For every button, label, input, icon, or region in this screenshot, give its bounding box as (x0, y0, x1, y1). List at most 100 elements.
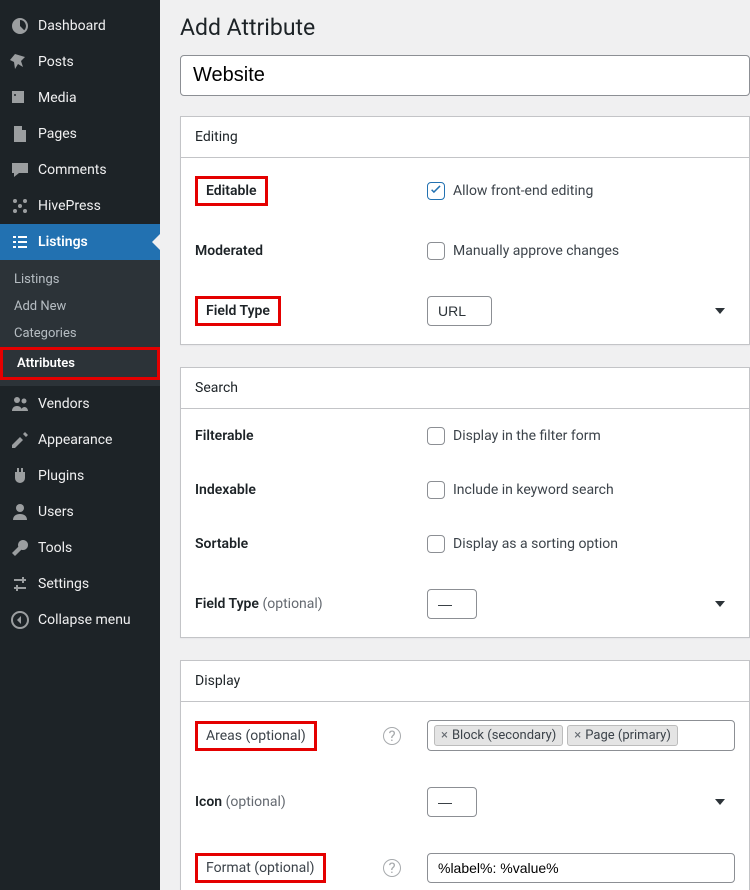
sidebar-sub-listings[interactable]: Listings (0, 266, 160, 293)
sidebar-item-collapse[interactable]: Collapse menu (0, 602, 160, 638)
sidebar-item-users[interactable]: Users (0, 494, 160, 530)
area-tag[interactable]: Page (primary) (567, 725, 678, 746)
sidebar-item-pages[interactable]: Pages (0, 116, 160, 152)
checkbox-moderated[interactable] (427, 242, 445, 260)
display-panel: Display Areas (optional) ? Block (second… (180, 660, 750, 890)
admin-sidebar: Dashboard Posts Media Pages Comments Hiv… (0, 0, 160, 890)
panel-header-editing: Editing (181, 117, 749, 158)
format-input[interactable] (427, 853, 735, 883)
row-indexable: Indexable Include in keyword search (181, 463, 749, 517)
sidebar-sub-categories[interactable]: Categories (0, 320, 160, 347)
label-moderated: Moderated (195, 243, 427, 259)
checkbox-sortable[interactable] (427, 535, 445, 553)
sidebar-item-label: Comments (38, 162, 107, 178)
label-areas: Areas (206, 728, 242, 744)
label-editable: Editable (195, 176, 268, 206)
select-editing-fieldtype[interactable]: URL (427, 296, 492, 326)
collapse-icon (10, 610, 30, 630)
label-search-fieldtype: Field Type (195, 596, 259, 612)
label-search-fieldtype-opt: (optional) (262, 596, 322, 612)
sidebar-item-settings[interactable]: Settings (0, 566, 160, 602)
row-areas: Areas (optional) ? Block (secondary) Pag… (181, 702, 749, 769)
label-icon-opt: (optional) (226, 794, 286, 810)
checkbox-filterable[interactable] (427, 427, 445, 445)
checkbox-moderated-label: Manually approve changes (453, 243, 619, 259)
hivepress-icon (10, 196, 30, 216)
sidebar-item-hivepress[interactable]: HivePress (0, 188, 160, 224)
row-format: Format (optional) ? (181, 835, 749, 890)
row-moderated: Moderated Manually approve changes (181, 224, 749, 278)
editing-panel: Editing Editable Allow front-end editing… (180, 116, 750, 345)
dashboard-icon (10, 16, 30, 36)
tools-icon (10, 538, 30, 558)
row-icon: Icon (optional) — (181, 769, 749, 835)
label-areas-opt: (optional) (246, 728, 306, 744)
appearance-icon (10, 430, 30, 450)
sidebar-item-posts[interactable]: Posts (0, 44, 160, 80)
sidebar-item-label: Media (38, 90, 77, 106)
checkbox-filterable-label: Display in the filter form (453, 428, 601, 444)
sidebar-item-label: Collapse menu (38, 612, 131, 628)
label-format-opt: (optional) (254, 860, 314, 876)
sidebar-item-label: HivePress (38, 198, 101, 214)
row-search-fieldtype: Field Type (optional) — (181, 571, 749, 637)
pages-icon (10, 124, 30, 144)
users-icon (10, 502, 30, 522)
label-format: Format (206, 860, 251, 876)
attribute-name-input[interactable] (180, 55, 750, 96)
checkbox-editable[interactable] (427, 182, 445, 200)
main-content: Add Attribute Editing Editable Allow fro… (160, 0, 750, 890)
sidebar-item-dashboard[interactable]: Dashboard (0, 8, 160, 44)
sidebar-item-label: Users (38, 504, 74, 520)
areas-tag-input[interactable]: Block (secondary) Page (primary) (427, 720, 735, 751)
sidebar-item-label: Tools (38, 540, 72, 556)
panel-header-search: Search (181, 368, 749, 409)
help-icon-areas[interactable]: ? (383, 727, 401, 745)
checkbox-sortable-label: Display as a sorting option (453, 536, 618, 552)
comments-icon (10, 160, 30, 180)
select-icon[interactable]: — (427, 787, 477, 817)
sidebar-item-label: Plugins (38, 468, 84, 484)
sidebar-item-label: Appearance (38, 432, 112, 448)
sidebar-item-label: Settings (38, 576, 89, 592)
sidebar-item-label: Listings (38, 234, 88, 250)
sidebar-sub-addnew[interactable]: Add New (0, 293, 160, 320)
checkbox-indexable-label: Include in keyword search (453, 482, 614, 498)
checkbox-indexable[interactable] (427, 481, 445, 499)
row-sortable: Sortable Display as a sorting option (181, 517, 749, 571)
search-panel: Search Filterable Display in the filter … (180, 367, 750, 638)
page-title: Add Attribute (180, 14, 750, 41)
label-indexable: Indexable (195, 482, 427, 498)
settings-icon (10, 574, 30, 594)
vendors-icon (10, 394, 30, 414)
sidebar-item-label: Posts (38, 54, 74, 70)
sidebar-item-appearance[interactable]: Appearance (0, 422, 160, 458)
label-icon: Icon (195, 794, 222, 810)
panel-header-display: Display (181, 661, 749, 702)
sidebar-item-label: Pages (38, 126, 77, 142)
listings-submenu: Listings Add New Categories Attributes (0, 260, 160, 386)
sidebar-item-plugins[interactable]: Plugins (0, 458, 160, 494)
area-tag[interactable]: Block (secondary) (434, 725, 563, 746)
row-editing-fieldtype: Field Type URL (181, 278, 749, 344)
help-icon-format[interactable]: ? (383, 859, 401, 877)
plugins-icon (10, 466, 30, 486)
sidebar-item-tools[interactable]: Tools (0, 530, 160, 566)
checkbox-editable-label: Allow front-end editing (453, 183, 593, 199)
sidebar-item-media[interactable]: Media (0, 80, 160, 116)
sidebar-item-vendors[interactable]: Vendors (0, 386, 160, 422)
select-search-fieldtype[interactable]: — (427, 589, 477, 619)
sidebar-item-comments[interactable]: Comments (0, 152, 160, 188)
row-filterable: Filterable Display in the filter form (181, 409, 749, 463)
row-editable: Editable Allow front-end editing (181, 158, 749, 224)
label-sortable: Sortable (195, 536, 427, 552)
sidebar-sub-attributes[interactable]: Attributes (3, 350, 157, 377)
sidebar-item-label: Vendors (38, 396, 90, 412)
label-filterable: Filterable (195, 428, 427, 444)
sidebar-item-listings[interactable]: Listings (0, 224, 160, 260)
listings-icon (10, 232, 30, 252)
media-icon (10, 88, 30, 108)
pin-icon (10, 52, 30, 72)
label-editing-fieldtype: Field Type (195, 296, 281, 326)
sidebar-item-label: Dashboard (38, 18, 106, 34)
